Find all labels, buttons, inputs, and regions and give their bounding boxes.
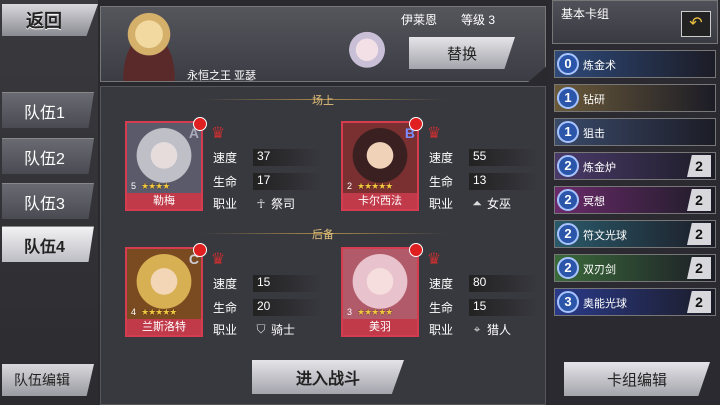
deck-card-row[interactable]: 2 冥想 2 [554, 186, 716, 214]
level-label: 等级 3 [461, 13, 496, 27]
team-tab-label: 队伍1 [24, 104, 65, 122]
speed-stat: 速度 15 [213, 275, 333, 292]
card-name: 炼金炉 [583, 162, 616, 174]
deck-card-row[interactable]: 2 符文光球 2 [554, 220, 716, 248]
team-tab-label: 队伍4 [24, 238, 65, 256]
deck-header: 基本卡组 ↶ [552, 0, 718, 44]
deck-card-row[interactable]: 1 钻研 [554, 84, 716, 112]
hero-number: 5 [131, 181, 137, 191]
cost-badge: 2 [557, 189, 579, 211]
card-count: 2 [687, 257, 711, 279]
job-stat: 职业 ⌖ 猎人 [429, 322, 512, 337]
deck-card-row[interactable]: 0 炼金术 [554, 50, 716, 78]
hero-card-reserve-1[interactable]: C ★★★★★ 4 兰斯洛特 [125, 243, 207, 337]
team-edit-button[interactable]: 队伍编辑 [2, 364, 94, 396]
hero-name: 勒梅 [127, 193, 201, 209]
hero-name: 兰斯洛特 [127, 319, 201, 335]
companion-portrait [343, 29, 391, 81]
crosshair-icon: ⌖ [473, 322, 481, 336]
card-name: 双刃剑 [583, 264, 616, 276]
enter-battle-button[interactable]: 进入战斗 [252, 360, 404, 394]
back-button[interactable]: 返回 [2, 4, 98, 36]
user-name: 伊莱恩 [401, 13, 438, 27]
card-name: 钻研 [583, 94, 605, 106]
cost-badge: 2 [557, 257, 579, 279]
star-rating: ★★★★ [141, 181, 170, 191]
hero-name: 美羽 [343, 319, 417, 335]
team-tab-2[interactable]: 队伍2 [2, 138, 94, 174]
hero-name: 卡尔西法 [343, 193, 417, 209]
section-reserve-label: 后备 [312, 229, 334, 241]
team-tab-label: 队伍3 [24, 195, 65, 213]
witch-hat-icon: ⏶ [472, 196, 482, 210]
card-count: 2 [687, 189, 711, 211]
section-field-label: 场上 [312, 95, 334, 107]
card-name: 炼金术 [583, 60, 616, 72]
hp-stat: 生命 20 [213, 299, 333, 316]
card-count: 2 [687, 155, 711, 177]
shield-icon: ⛉ [256, 322, 266, 336]
leader-name: 永恒之王 亚瑟 [187, 70, 257, 82]
cost-badge: 2 [557, 223, 579, 245]
card-count: 2 [687, 291, 711, 313]
hp-stat: 生命 13 [429, 173, 549, 190]
star-rating: ★★★★★ [357, 181, 393, 191]
left-sidebar: 返回 队伍1 队伍2 队伍3 队伍4 队伍编辑 [0, 0, 98, 405]
star-rating: ★★★★★ [141, 307, 177, 317]
hero-card-reserve-2[interactable]: ★★★★★ 3 美羽 [341, 243, 423, 337]
leader-portrait [109, 9, 189, 81]
team-header: 永恒之王 亚瑟 伊莱恩 等级 3 替换 [100, 6, 546, 82]
card-name: 奥能光球 [583, 298, 627, 310]
card-name: 冥想 [583, 196, 605, 208]
cost-badge: 1 [557, 121, 579, 143]
replace-button[interactable]: 替换 [409, 37, 515, 69]
roster-panel: 场上 A ★★★★ 5 勒梅 ♛ 速度 37 生命 17 职业 ☥ 祭司 B ★★★★★… [100, 86, 546, 405]
ankh-icon: ☥ [256, 196, 266, 211]
deck-card-row[interactable]: 1 狙击 [554, 118, 716, 146]
card-name: 狙击 [583, 128, 605, 140]
hp-stat: 生命 15 [429, 299, 549, 316]
deck-edit-button[interactable]: 卡组编辑 [564, 362, 710, 396]
hp-stat: 生命 17 [213, 173, 333, 190]
cost-badge: 2 [557, 155, 579, 177]
crown-icon: ♛ [426, 125, 442, 142]
cost-badge: 0 [557, 53, 579, 75]
hero-number: 3 [347, 307, 353, 317]
team-tab-label: 队伍2 [24, 150, 65, 168]
hero-number: 4 [131, 307, 137, 317]
card-count: 2 [687, 223, 711, 245]
team-tab-3[interactable]: 队伍3 [2, 183, 94, 219]
crown-icon: ♛ [426, 251, 442, 268]
deck-title: 基本卡组 [561, 7, 610, 21]
speed-stat: 速度 55 [429, 149, 549, 166]
cost-badge: 3 [557, 291, 579, 313]
deck-panel: 基本卡组 ↶ 0 炼金术 1 钻研 1 狙击 2 炼金炉 2 2 冥想 2 2 符文光球 2 2 双刃剑 2 3 奥能… [548, 0, 720, 405]
cost-badge: 1 [557, 87, 579, 109]
hero-card-field-1[interactable]: A ★★★★ 5 勒梅 [125, 117, 207, 211]
return-arrow-icon[interactable]: ↶ [681, 11, 711, 37]
card-name: 符文光球 [583, 230, 627, 242]
hero-number: 2 [347, 181, 353, 191]
speed-stat: 速度 80 [429, 275, 549, 292]
speed-stat: 速度 37 [213, 149, 333, 166]
crown-icon: ♛ [210, 251, 226, 268]
deck-card-row[interactable]: 3 奥能光球 2 [554, 288, 716, 316]
team-tab-1[interactable]: 队伍1 [2, 92, 94, 128]
job-stat: 职业 ⛉ 骑士 [213, 322, 296, 337]
crown-icon: ♛ [210, 125, 226, 142]
hero-card-field-2[interactable]: B ★★★★★ 2 卡尔西法 [341, 117, 423, 211]
main-panel: 永恒之王 亚瑟 伊莱恩 等级 3 替换 场上 A ★★★★ 5 勒梅 ♛ 速度 3… [100, 6, 546, 405]
team-tab-4[interactable]: 队伍4 [2, 226, 94, 262]
job-stat: 职业 ☥ 祭司 [213, 196, 296, 212]
job-stat: 职业 ⏶ 女巫 [429, 196, 512, 211]
deck-card-row[interactable]: 2 双刃剑 2 [554, 254, 716, 282]
deck-card-row[interactable]: 2 炼金炉 2 [554, 152, 716, 180]
star-rating: ★★★★★ [357, 307, 393, 317]
